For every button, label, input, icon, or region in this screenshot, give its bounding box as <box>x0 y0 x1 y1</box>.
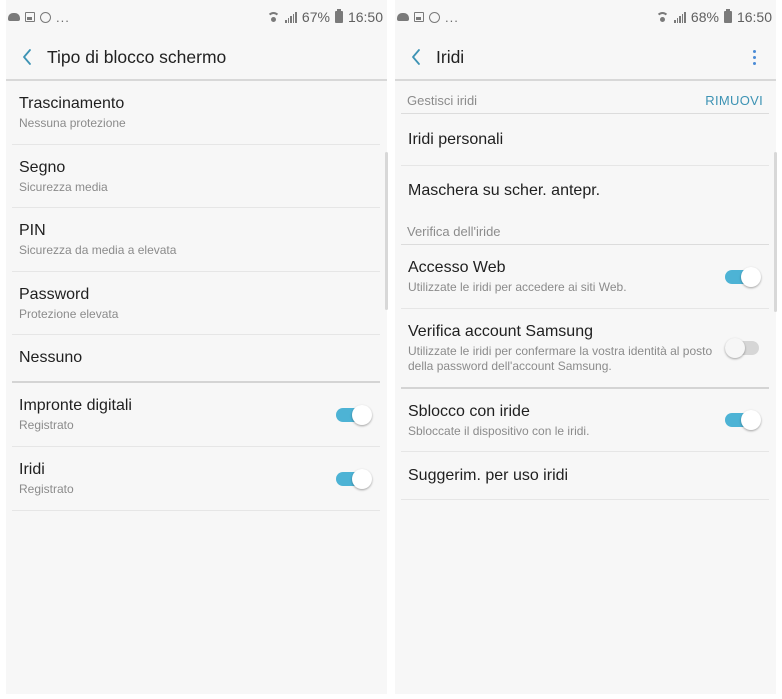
item-subtitle: Sbloccate il dispositivo con le iridi. <box>408 423 590 438</box>
back-button[interactable] <box>401 42 431 72</box>
iris-unlock-item[interactable]: Sblocco con iride Sbloccate il dispositi… <box>401 389 769 452</box>
item-title: Iridi personali <box>408 130 504 148</box>
app-bar: Tipo di blocco schermo <box>6 34 387 80</box>
option-password[interactable]: Password Protezione elevata <box>12 272 380 335</box>
iris-tips-item[interactable]: Suggerim. per uso iridi <box>401 452 769 500</box>
scrollbar-right[interactable] <box>774 152 777 312</box>
remove-button[interactable]: RIMUOVI <box>705 93 763 113</box>
wifi-icon <box>655 12 669 22</box>
lock-screen-type-screen: ... 67% 16:50 Tipo di blocco schermo Tra… <box>6 0 387 694</box>
option-subtitle: Sicurezza media <box>19 179 108 194</box>
web-access-item[interactable]: Accesso Web Utilizzate le iridi per acce… <box>401 245 769 309</box>
status-bar: ... 68% 16:50 <box>395 0 776 34</box>
section-label: Verifica dell'iride <box>407 224 501 239</box>
battery-percentage: 67% <box>301 9 330 25</box>
status-bar: ... 67% 16:50 <box>6 0 387 34</box>
option-none[interactable]: Nessuno <box>12 335 380 383</box>
face-notification-icon <box>429 11 440 23</box>
iris-settings-screen: ... 68% 16:50 Iridi Gestisci iridi RIMUO… <box>395 0 776 694</box>
iris-settings-list: Gestisci iridi RIMUOVI Iridi personali M… <box>395 81 776 500</box>
battery-icon <box>723 9 732 23</box>
option-title: Nessuno <box>19 349 83 366</box>
option-title: Trascinamento <box>19 95 125 112</box>
item-title: Accesso Web <box>408 259 506 276</box>
option-title: Segno <box>19 158 66 176</box>
image-notification-icon <box>414 12 424 22</box>
option-swipe[interactable]: Trascinamento Nessuna protezione <box>12 81 380 145</box>
preview-mask-item[interactable]: Maschera su scher. antepr. <box>401 166 769 215</box>
item-title: Maschera su scher. antepr. <box>408 181 601 199</box>
more-notifications-indicator: ... <box>56 9 70 25</box>
samsung-account-toggle[interactable] <box>725 337 761 359</box>
samsung-account-item[interactable]: Verifica account Samsung Utilizzate le i… <box>401 309 769 389</box>
web-access-toggle[interactable] <box>725 266 761 288</box>
section-label: Gestisci iridi <box>407 93 478 108</box>
item-title: Verifica account Samsung <box>408 323 593 340</box>
item-subtitle: Utilizzate le iridi per accedere ai siti… <box>408 280 627 294</box>
signal-icon <box>284 11 297 23</box>
signal-icon <box>673 11 686 23</box>
page-title: Iridi <box>436 46 465 67</box>
iris-unlock-toggle[interactable] <box>725 409 761 431</box>
clock: 16:50 <box>736 9 772 25</box>
option-subtitle: Registrato <box>19 482 74 496</box>
cloud-notification-icon <box>8 13 20 21</box>
fingerprints-toggle[interactable] <box>336 404 372 426</box>
item-subtitle: Utilizzate le iridi per confermare la vo… <box>408 344 713 373</box>
back-arrow-icon <box>412 49 420 65</box>
item-title: Sblocco con iride <box>408 402 530 420</box>
option-fingerprints[interactable]: Impronte digitali Registrato <box>12 383 380 447</box>
back-button[interactable] <box>12 42 42 72</box>
option-title: PIN <box>19 222 46 239</box>
option-title: Password <box>19 285 90 303</box>
app-bar: Iridi <box>395 34 776 80</box>
irises-toggle[interactable] <box>336 468 372 490</box>
option-subtitle: Registrato <box>19 418 74 432</box>
lock-type-list: Trascinamento Nessuna protezione Segno S… <box>6 81 387 511</box>
section-header-manage: Gestisci iridi RIMUOVI <box>401 81 769 114</box>
option-title: Impronte digitali <box>19 397 132 414</box>
personal-irises-item[interactable]: Iridi personali <box>401 114 769 166</box>
item-title: Suggerim. per uso iridi <box>408 466 569 484</box>
face-notification-icon <box>40 11 51 23</box>
option-subtitle: Nessuna protezione <box>19 116 126 130</box>
more-notifications-indicator: ... <box>445 9 459 25</box>
option-subtitle: Protezione elevata <box>19 306 119 321</box>
option-pin[interactable]: PIN Sicurezza da media a elevata <box>12 208 380 272</box>
clock: 16:50 <box>347 9 383 25</box>
scrollbar-left[interactable] <box>385 152 388 310</box>
cloud-notification-icon <box>397 13 409 21</box>
option-irises[interactable]: Iridi Registrato <box>12 447 380 511</box>
option-pattern[interactable]: Segno Sicurezza media <box>12 145 380 208</box>
wifi-icon <box>266 12 280 22</box>
more-options-button[interactable] <box>746 45 762 69</box>
back-arrow-icon <box>23 49 31 65</box>
page-title: Tipo di blocco schermo <box>47 46 227 67</box>
section-header-verify: Verifica dell'iride <box>401 215 769 245</box>
option-title: Iridi <box>19 461 45 478</box>
image-notification-icon <box>25 12 35 22</box>
battery-icon <box>334 9 343 23</box>
battery-percentage: 68% <box>690 9 719 25</box>
option-subtitle: Sicurezza da media a elevata <box>19 243 177 257</box>
